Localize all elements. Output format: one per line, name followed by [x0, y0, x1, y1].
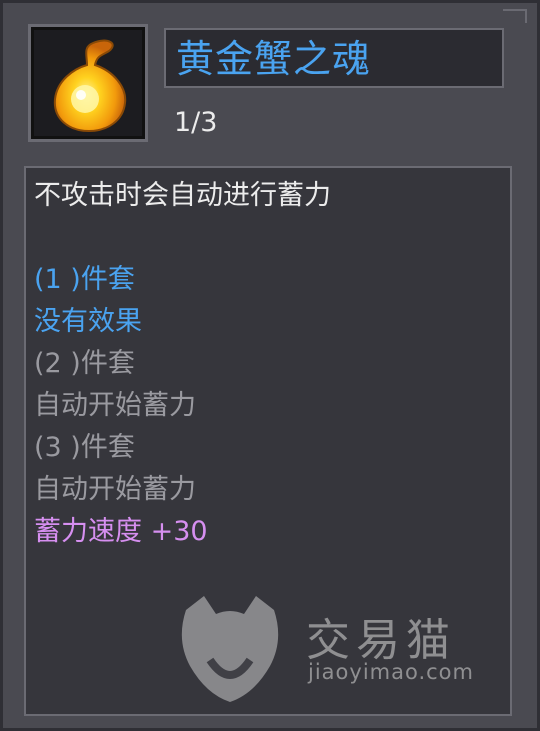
set-2-header: (2 )件套 [34, 348, 135, 379]
set-2-effect: 自动开始蓄力 [34, 390, 196, 421]
set-1-effect: 没有效果 [34, 306, 142, 337]
set-3-bonus: 蓄力速度 +30 [34, 516, 208, 547]
panel-corner-decoration [503, 9, 527, 23]
watermark-brand: 交易猫 [306, 615, 456, 666]
watermark-cat-logo-icon [181, 596, 279, 702]
item-icon-slot[interactable] [28, 24, 148, 142]
set-1-header: (1 )件套 [34, 264, 135, 295]
item-summary: 不攻击时会自动进行蓄力 [34, 180, 331, 211]
item-name: 黄金蟹之魂 [176, 37, 372, 81]
set-3-header: (3 )件套 [34, 432, 135, 463]
set-3-effect: 自动开始蓄力 [34, 474, 196, 505]
item-name-box: 黄金蟹之魂 [164, 28, 504, 88]
set-piece-count: 1/3 [174, 107, 218, 138]
golden-soul-flame-icon [53, 39, 127, 133]
watermark-url: jiaoyimao.com [308, 660, 474, 684]
